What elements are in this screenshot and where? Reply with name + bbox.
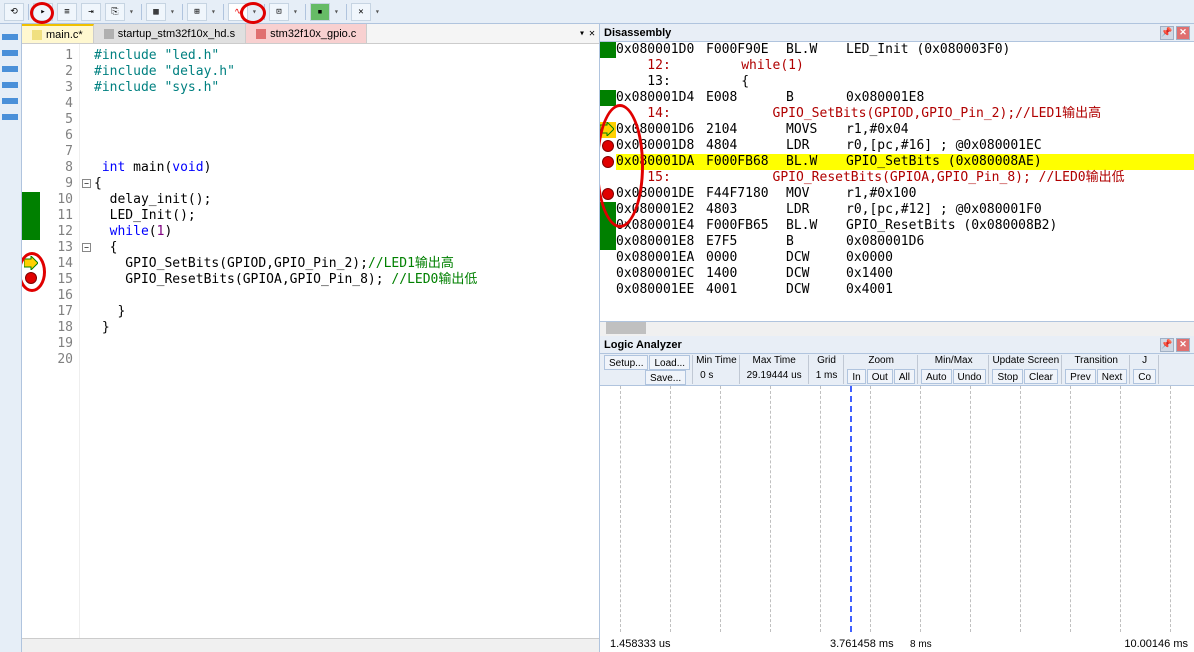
auto-button[interactable]: Auto — [921, 369, 952, 384]
zoom-out-button[interactable]: Out — [867, 369, 893, 384]
logic-toolbar: Setup...Load... Save... Min Time 0 s Max… — [600, 354, 1194, 386]
fold-icon[interactable]: − — [82, 179, 91, 188]
dropdown-icon[interactable]: ▾ — [293, 7, 301, 16]
list-icon[interactable]: ≡ — [57, 3, 77, 21]
undo-button[interactable]: Undo — [953, 369, 987, 384]
editor-panel: main.c* startup_stm32f10x_hd.s stm32f10x… — [22, 24, 600, 652]
stop-button[interactable]: Stop — [992, 369, 1023, 384]
breakpoint-gutter[interactable] — [22, 44, 40, 638]
tab-startup[interactable]: startup_stm32f10x_hd.s — [94, 24, 246, 43]
status-right: 10.00146 ms — [1124, 638, 1188, 650]
mintime-value: 0 s — [696, 369, 737, 382]
load-button[interactable]: Load... — [649, 355, 690, 370]
logic-header: Logic Analyzer 📌 ✕ — [600, 336, 1194, 354]
editor-scrollbar[interactable] — [22, 638, 599, 652]
dropdown-icon[interactable]: ▾ — [334, 7, 342, 16]
close-icon[interactable]: ✕ — [1176, 26, 1190, 40]
dropdown-icon[interactable]: ▾ — [252, 7, 260, 16]
close-icon[interactable]: ✕ — [1176, 338, 1190, 352]
reset-icon[interactable]: ⟲ — [4, 3, 24, 21]
tab-main-c[interactable]: main.c* — [22, 24, 94, 43]
dropdown-icon[interactable]: ▾ — [375, 7, 383, 16]
reg-icon[interactable]: ⊞ — [187, 3, 207, 21]
grid-value: 1 ms — [812, 369, 842, 382]
tab-close-icon[interactable]: ✕ — [589, 28, 595, 39]
dropdown-icon[interactable]: ▾ — [170, 7, 178, 16]
disassembly-panel[interactable]: 0x080001D0F000F90EBL.WLED_Init (0x080003… — [600, 42, 1194, 322]
prev-button[interactable]: Prev — [1065, 369, 1096, 384]
dropdown-icon[interactable]: ▾ — [129, 7, 137, 16]
tools-icon[interactable]: ✕ — [351, 3, 371, 21]
line-numbers: 1234567891011121314151617181920 — [40, 44, 80, 638]
window-icon[interactable]: ▦ — [146, 3, 166, 21]
disasm-scrollbar[interactable] — [600, 322, 1194, 336]
co-button[interactable]: Co — [1133, 369, 1156, 384]
scope-icon[interactable]: ⊡ — [269, 3, 289, 21]
status-mid2: 8 ms — [910, 639, 932, 650]
setup-button[interactable]: Setup... — [604, 355, 648, 370]
code-area[interactable]: 1234567891011121314151617181920 − − #inc… — [22, 44, 599, 638]
dropdown-icon[interactable]: ▾ — [211, 7, 219, 16]
clear-button[interactable]: Clear — [1024, 369, 1058, 384]
fold-gutter[interactable]: − − — [80, 44, 94, 638]
status-mid: 3.761458 ms — [830, 638, 894, 650]
next-button[interactable]: Next — [1097, 369, 1128, 384]
zoom-in-button[interactable]: In — [847, 369, 865, 384]
step-icon[interactable]: ⎘ — [105, 3, 125, 21]
tab-gpio[interactable]: stm32f10x_gpio.c — [246, 24, 367, 43]
toolbar: ⟲ ▸ ≡ ⇥ ⎘ ▾ ▦ ▾ ⊞ ▾ ∿ ▾ ⊡ ▾ ▪ ▾ ✕ ▾ — [0, 0, 1194, 24]
breakpoint-icon[interactable] — [25, 272, 37, 284]
save-button[interactable]: Save... — [645, 370, 686, 385]
pin-icon[interactable]: 📌 — [1160, 26, 1174, 40]
cov-icon[interactable]: ▪ — [310, 3, 330, 21]
zoom-all-button[interactable]: All — [894, 369, 915, 384]
left-stripe — [0, 24, 22, 652]
disasm-header: Disassembly 📌 ✕ — [600, 24, 1194, 42]
tab-controls: ▾ ✕ — [579, 28, 599, 39]
trace-icon[interactable]: ⇥ — [81, 3, 101, 21]
logic-canvas[interactable]: 1.458333 us 3.761458 ms 8 ms 10.00146 ms — [600, 386, 1194, 652]
analyzer-icon[interactable]: ∿ — [228, 3, 248, 21]
editor-tabs: main.c* startup_stm32f10x_hd.s stm32f10x… — [22, 24, 599, 44]
tab-dropdown-icon[interactable]: ▾ — [579, 28, 585, 39]
run-icon[interactable]: ▸ — [33, 3, 53, 21]
fold-icon[interactable]: − — [82, 243, 91, 252]
status-left: 1.458333 us — [610, 638, 671, 650]
pin-icon[interactable]: 📌 — [1160, 338, 1174, 352]
code-text[interactable]: #include "led.h"#include "delay.h"#inclu… — [94, 44, 599, 638]
maxtime-value: 29.19444 us — [743, 369, 806, 382]
pc-arrow-icon — [24, 256, 38, 270]
